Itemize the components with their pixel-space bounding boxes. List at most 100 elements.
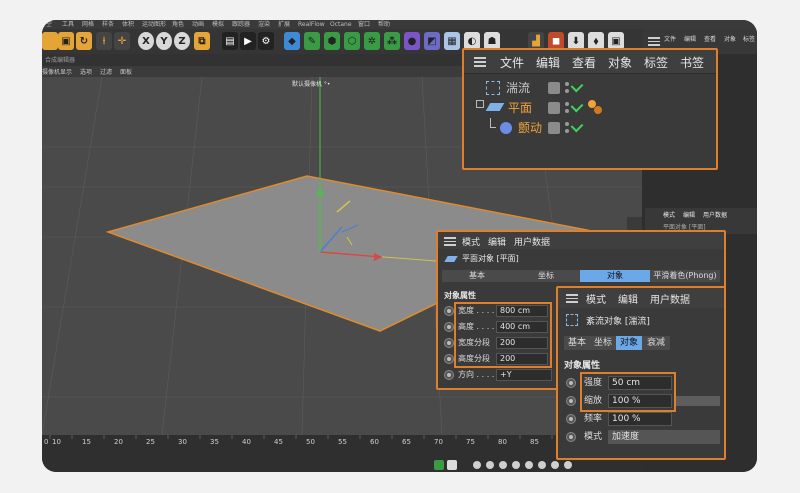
menu-octane[interactable]: Octane — [330, 20, 352, 29]
menu-help[interactable]: 帮助 — [378, 20, 390, 29]
view-menu-panel[interactable]: 面板 — [120, 67, 132, 76]
coordinate-system-icon[interactable]: ⧉ — [194, 32, 210, 50]
object-name[interactable]: 湍流 — [506, 78, 530, 98]
animate-radio-icon[interactable] — [566, 378, 576, 388]
animate-radio-icon[interactable] — [444, 322, 454, 332]
visibility-toggle[interactable] — [548, 82, 560, 94]
object-row-jiggle[interactable]: 颤动 — [464, 118, 716, 138]
om-mini-edit[interactable]: 编辑 — [684, 34, 696, 43]
animate-radio-icon[interactable] — [566, 432, 576, 442]
menu-mesh[interactable]: 网格 — [82, 20, 94, 29]
view-menu-camera[interactable]: 摄像机 — [42, 67, 60, 76]
editor-render-dots[interactable] — [565, 102, 569, 114]
menu-tools[interactable]: 工具 — [62, 20, 74, 29]
grid-icon[interactable]: ▦ — [444, 32, 460, 50]
array-icon[interactable]: ⬡ — [344, 32, 360, 50]
tab-phong[interactable]: 平滑着色(Phong) — [650, 270, 720, 282]
om-mini-tags[interactable]: 标签 — [743, 34, 755, 43]
animate-radio-icon[interactable] — [566, 414, 576, 424]
view-menu-options[interactable]: 选项 — [80, 67, 92, 76]
rotate-tool-icon[interactable]: ↻ — [76, 32, 92, 50]
move-tool-icon[interactable] — [42, 32, 58, 50]
menu-extensions[interactable]: 扩展 — [278, 20, 290, 29]
menu-window[interactable]: 窗口 — [358, 20, 370, 29]
editor-render-dots[interactable] — [565, 82, 569, 94]
tab-falloff[interactable]: 衰减 — [642, 336, 670, 350]
om-menu-bookmarks[interactable]: 书签 — [680, 54, 704, 71]
menu-hamburger-icon[interactable] — [444, 237, 456, 246]
deformer-icon[interactable]: ✲ — [364, 32, 380, 50]
mini-menu-userdata[interactable]: 用户数据 — [703, 210, 727, 219]
mograph-icon[interactable]: ⁂ — [384, 32, 400, 50]
om-mini-view[interactable]: 查看 — [704, 34, 716, 43]
subdivision-icon[interactable]: ⬢ — [324, 32, 340, 50]
visibility-toggle[interactable] — [548, 102, 560, 114]
cube-icon[interactable]: ◆ — [284, 32, 300, 50]
menu-mograph[interactable]: 运动图形 — [142, 20, 166, 29]
menu-empty[interactable]: 空 — [46, 20, 52, 29]
editor-render-dots[interactable] — [565, 122, 569, 134]
menu-hamburger-icon[interactable] — [648, 37, 660, 46]
menu-hamburger-icon[interactable] — [474, 57, 486, 67]
menu-volume[interactable]: 体积 — [122, 20, 134, 29]
menu-animation[interactable]: 动画 — [192, 20, 204, 29]
field-icon[interactable]: ● — [404, 32, 420, 50]
menu-realflow[interactable]: RealFlow — [298, 20, 325, 29]
attr-menu-edit[interactable]: 编辑 — [618, 291, 638, 306]
tab-basic[interactable]: 基本 — [564, 336, 590, 350]
animate-radio-icon[interactable] — [444, 338, 454, 348]
visibility-toggle[interactable] — [548, 122, 560, 134]
view-menu-display[interactable]: 显示 — [60, 67, 72, 76]
floor-icon[interactable]: ◩ — [424, 32, 440, 50]
om-menu-edit[interactable]: 编辑 — [536, 54, 560, 71]
object-name[interactable]: 平面 — [508, 98, 532, 118]
om-mini-object[interactable]: 对象 — [724, 34, 736, 43]
tab-coordinates[interactable]: 坐标 — [590, 336, 616, 350]
mini-menu-edit[interactable]: 编辑 — [683, 210, 695, 219]
orientation-dropdown[interactable]: +Y — [496, 369, 552, 381]
attr-menu-userdata[interactable]: 用户数据 — [650, 291, 690, 306]
tab-object[interactable]: 对象 — [616, 336, 642, 350]
attr-menu-edit[interactable]: 编辑 — [488, 235, 506, 248]
animate-radio-icon[interactable] — [444, 370, 454, 380]
mini-menu-mode[interactable]: 模式 — [663, 210, 675, 219]
tab-coordinates[interactable]: 坐标 — [512, 270, 580, 282]
menu-tracker[interactable]: 跟踪器 — [232, 20, 250, 29]
move-cross-icon[interactable]: ✛ — [114, 32, 130, 50]
mode-dropdown[interactable]: 加速度 — [608, 430, 720, 444]
render-settings-icon[interactable]: ⚙ — [258, 32, 274, 50]
pen-icon[interactable]: ✎ — [304, 32, 320, 50]
render-picture-icon[interactable]: ▶ — [240, 32, 256, 50]
menu-render[interactable]: 渲染 — [258, 20, 270, 29]
om-menu-file[interactable]: 文件 — [500, 54, 524, 71]
om-menu-tags[interactable]: 标签 — [644, 54, 668, 71]
menu-simulate[interactable]: 模拟 — [212, 20, 224, 29]
object-row-plane[interactable]: 平面 — [464, 98, 716, 118]
animate-radio-icon[interactable] — [444, 354, 454, 364]
menu-spline[interactable]: 样条 — [102, 20, 114, 29]
attr-menu-mode[interactable]: 模式 — [586, 291, 606, 306]
enabled-check-icon[interactable] — [570, 79, 584, 93]
object-row-turbulence[interactable]: 湍流 — [464, 78, 716, 98]
attr-menu-userdata[interactable]: 用户数据 — [514, 235, 550, 248]
menu-hamburger-icon[interactable] — [566, 294, 578, 303]
om-mini-file[interactable]: 文件 — [664, 34, 676, 43]
axis-y-button[interactable]: Y — [156, 32, 172, 50]
enabled-check-icon[interactable] — [570, 119, 584, 133]
select-tool-icon[interactable]: ⍿ — [96, 32, 112, 50]
view-menu-filter[interactable]: 过滤 — [100, 67, 112, 76]
axis-x-button[interactable]: X — [138, 32, 154, 50]
frequency-field[interactable]: 100 % — [608, 412, 672, 426]
tab-object[interactable]: 对象 — [580, 270, 650, 282]
attr-menu-mode[interactable]: 模式 — [462, 235, 480, 248]
enabled-check-icon[interactable] — [570, 99, 584, 113]
axis-z-button[interactable]: Z — [174, 32, 190, 50]
timeline[interactable]: 0 10 15 20 25 30 35 40 45 50 55 60 65 70… — [42, 435, 642, 472]
om-menu-view[interactable]: 查看 — [572, 54, 596, 71]
phong-tag-icon[interactable] — [588, 100, 604, 116]
tab-basic[interactable]: 基本 — [442, 270, 512, 282]
om-menu-object[interactable]: 对象 — [608, 54, 632, 71]
object-name[interactable]: 颤动 — [518, 118, 542, 138]
scale-slider[interactable] — [676, 396, 720, 406]
menu-character[interactable]: 角色 — [172, 20, 184, 29]
